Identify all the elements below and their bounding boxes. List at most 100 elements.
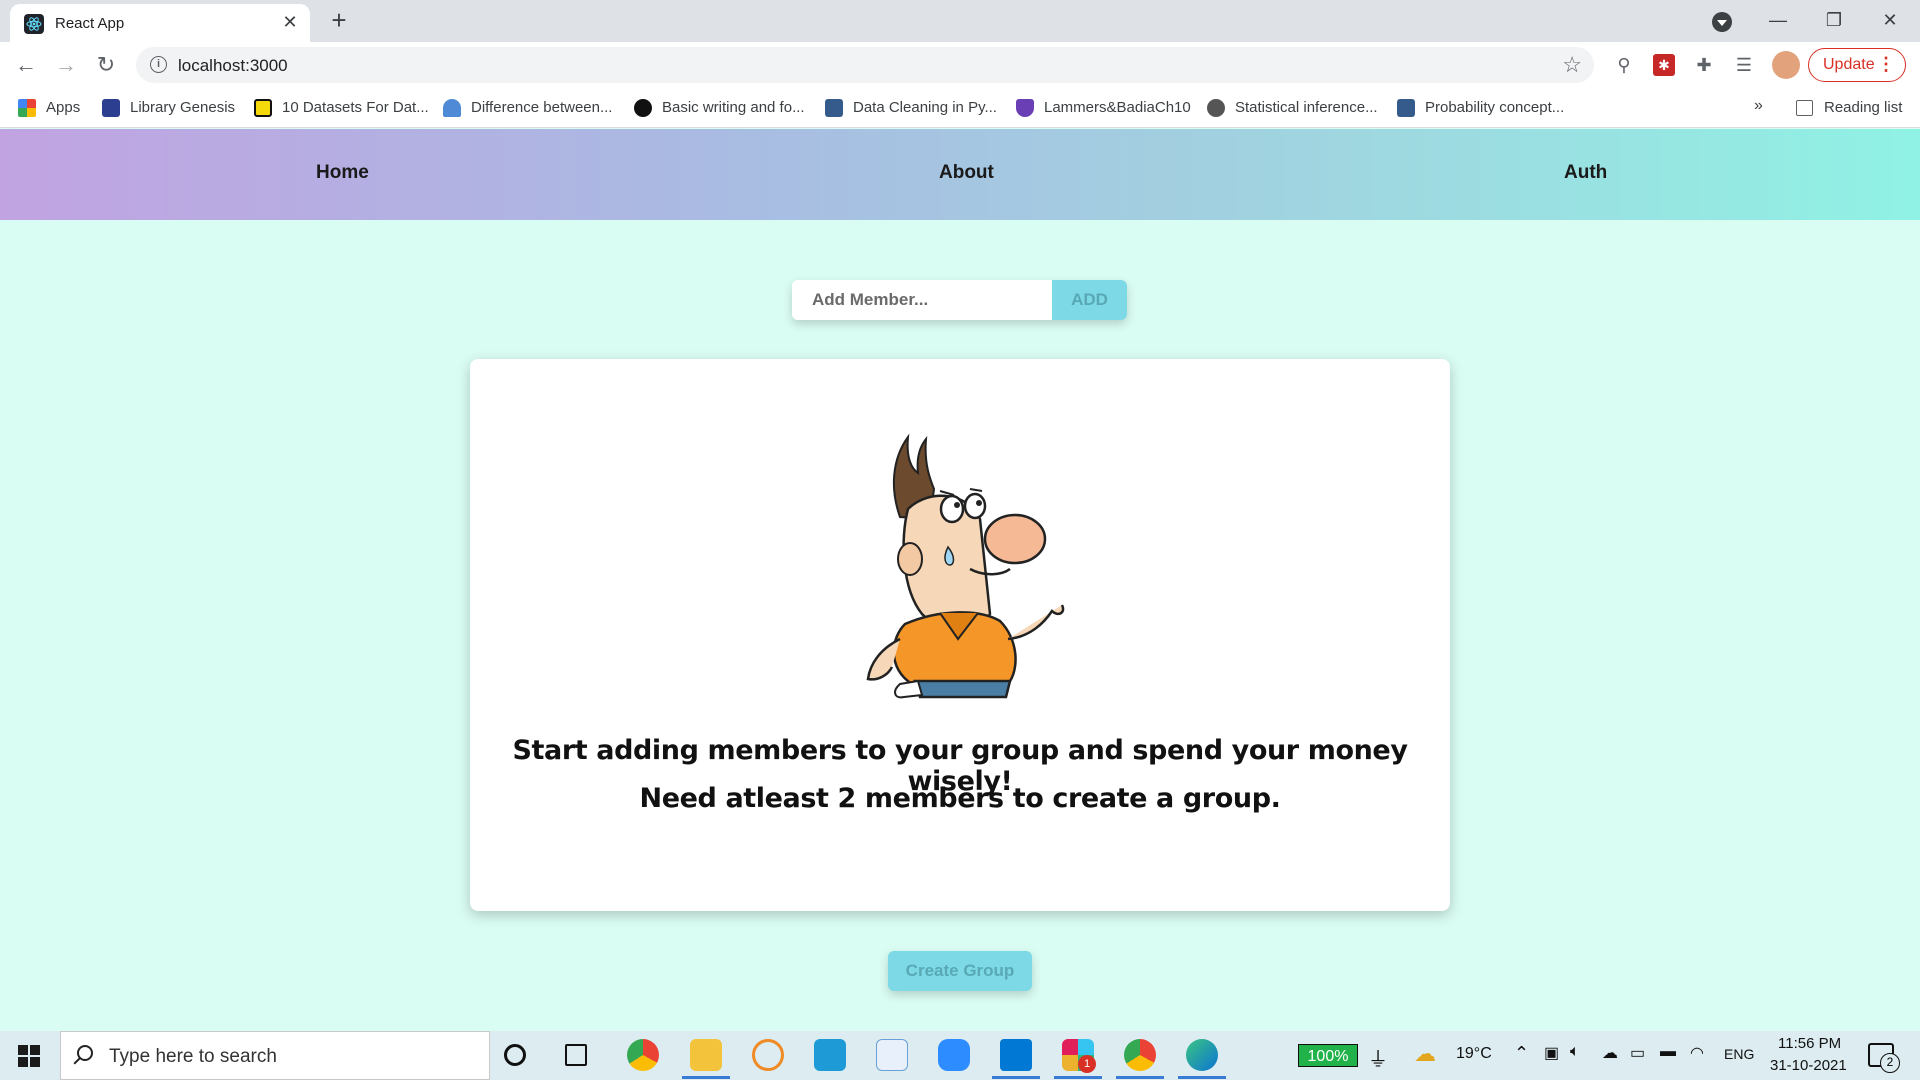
battery-tray-icon[interactable]: ▬ <box>1660 1043 1676 1061</box>
meet-now-icon[interactable]: ▣ <box>1544 1043 1559 1063</box>
bookmark-label: Data Cleaning in Py... <box>853 99 997 116</box>
worried-man-illustration <box>866 433 1065 699</box>
wifi-icon[interactable]: ◠ <box>1690 1043 1704 1063</box>
reading-list-button[interactable]: Reading list <box>1796 97 1902 119</box>
bookmark-label: 10 Datasets For Dat... <box>282 99 429 116</box>
nav-auth[interactable]: Auth <box>1564 162 1607 184</box>
react-icon <box>24 14 44 34</box>
chevron-up-icon[interactable]: ⌃ <box>1514 1043 1529 1064</box>
bookmark-label: Difference between... <box>471 99 613 116</box>
menu-kebab-icon: ⋮ <box>1877 54 1895 74</box>
bookmark-difference[interactable]: Difference between... <box>443 97 612 119</box>
back-icon[interactable]: ← <box>12 51 40 79</box>
extension-red-icon[interactable]: ✱ <box>1653 54 1675 76</box>
tds-icon <box>825 99 843 117</box>
site-logo-icon <box>443 99 461 117</box>
nav-home[interactable]: Home <box>316 162 369 184</box>
reload-icon[interactable]: ↻ <box>92 51 120 79</box>
language-indicator[interactable]: ENG <box>1724 1046 1754 1062</box>
reading-list-icon <box>1796 100 1813 116</box>
add-member-form: ADD <box>792 280 1127 320</box>
bookmark-label: Apps <box>46 99 81 116</box>
browser-tab[interactable]: React App ✕ <box>10 4 310 42</box>
bookmark-label: Probability concept... <box>1425 99 1565 116</box>
zoom-icon[interactable] <box>938 1039 970 1071</box>
sync-app-icon[interactable] <box>752 1039 784 1071</box>
temperature-text[interactable]: 19°C <box>1456 1045 1492 1063</box>
address-bar[interactable]: i localhost:3000 ☆ <box>136 47 1594 83</box>
update-label: Update <box>1823 56 1875 73</box>
more-bookmarks-button[interactable]: » <box>1754 97 1763 115</box>
windows-start-icon[interactable] <box>18 1045 40 1067</box>
add-member-button[interactable]: ADD <box>1052 280 1127 320</box>
reading-list-label: Reading list <box>1824 99 1903 116</box>
bookmarks-bar: Apps Library Genesis 10 Datasets For Dat… <box>0 88 1920 128</box>
bookmark-lammers[interactable]: Lammers&BadiaCh10 <box>1016 97 1191 119</box>
active-app-indicator <box>1116 1076 1164 1079</box>
bookmark-basic-writing[interactable]: Basic writing and fo... <box>634 97 805 119</box>
nav-about[interactable]: About <box>939 162 994 184</box>
new-tab-button[interactable]: + <box>325 6 353 34</box>
min-members-message: Need atleast 2 members to create a group… <box>639 783 1281 814</box>
task-view-icon[interactable] <box>565 1044 587 1066</box>
taskbar-search-box[interactable]: Type here to search <box>60 1031 490 1080</box>
tds-icon <box>1397 99 1415 117</box>
bookmark-apps[interactable]: Apps <box>18 97 80 119</box>
display-icon[interactable]: ▭ <box>1630 1043 1645 1063</box>
chrome-icon[interactable] <box>627 1039 659 1071</box>
datasets-icon <box>254 99 272 117</box>
active-app-indicator <box>1054 1076 1102 1079</box>
navbar: Home About Auth <box>0 129 1920 220</box>
translate-extension-icon[interactable]: ⚲ <box>1613 54 1635 76</box>
clock-date[interactable]: 31-10-2021 <box>1770 1057 1847 1074</box>
battery-indicator[interactable]: 100% <box>1298 1044 1358 1067</box>
empty-state-card: Start adding members to your group and s… <box>470 359 1450 911</box>
restore-button[interactable]: ❐ <box>1806 0 1862 42</box>
forward-icon[interactable]: → <box>52 51 80 79</box>
bookmark-label: Lammers&BadiaCh10 <box>1044 99 1191 116</box>
vscode-icon[interactable] <box>1000 1039 1032 1071</box>
url-text: localhost:3000 <box>178 56 288 75</box>
active-app-indicator <box>682 1076 730 1079</box>
apps-grid-icon <box>18 99 36 117</box>
bookmark-probability[interactable]: Probability concept... <box>1397 97 1564 119</box>
file-explorer-icon[interactable] <box>690 1039 722 1071</box>
bookmark-data-cleaning[interactable]: Data Cleaning in Py... <box>825 97 997 119</box>
active-app-indicator <box>1178 1076 1226 1079</box>
bookmark-label: Statistical inference... <box>1235 99 1378 116</box>
add-member-input[interactable] <box>792 280 1052 320</box>
update-button[interactable]: Update ⋮ <box>1808 48 1906 82</box>
media-queue-icon[interactable]: ☰ <box>1733 54 1755 76</box>
edge-icon[interactable] <box>1186 1039 1218 1071</box>
profile-avatar[interactable] <box>1772 51 1800 79</box>
clock-time[interactable]: 11:56 PM <box>1778 1035 1841 1052</box>
bookmark-star-icon[interactable]: ☆ <box>1562 52 1582 78</box>
bookmark-library-genesis[interactable]: Library Genesis <box>102 97 235 119</box>
browser-titlebar: React App ✕ + — ❐ ✕ <box>0 0 1920 42</box>
bookmark-datasets[interactable]: 10 Datasets For Dat... <box>254 97 429 119</box>
bookmark-label: Library Genesis <box>130 99 236 116</box>
extensions-puzzle-icon[interactable]: ✚ <box>1693 54 1715 76</box>
site-info-icon[interactable]: i <box>150 56 167 73</box>
cortana-icon[interactable] <box>504 1044 526 1066</box>
taskbar-search-placeholder: Type here to search <box>109 1046 277 1067</box>
tab-search-icon[interactable] <box>1712 12 1732 32</box>
minimize-button[interactable]: — <box>1750 0 1806 42</box>
create-group-button[interactable]: Create Group <box>888 951 1032 991</box>
close-tab-icon[interactable]: ✕ <box>280 12 300 32</box>
browser-toolbar: ← → ↻ i localhost:3000 ☆ ⚲ ✱ ✚ ☰ Update … <box>0 42 1920 88</box>
shield-icon <box>1016 99 1034 117</box>
windows-taskbar: Type here to search 1 100% ⏚ ☁ 19°C ⌃ ▣ … <box>0 1031 1920 1080</box>
chrome-active-icon[interactable] <box>1124 1039 1156 1071</box>
bookmark-statistical[interactable]: Statistical inference... <box>1207 97 1378 119</box>
weather-icon[interactable]: ☁ <box>1414 1041 1436 1067</box>
app-root: Home About Auth ADD <box>0 129 1920 1031</box>
notification-count: 2 <box>1880 1053 1900 1073</box>
volume-icon[interactable]: 🔈︎ <box>1570 1043 1580 1061</box>
active-app-indicator <box>992 1076 1040 1079</box>
snowflake-app-icon[interactable] <box>876 1039 908 1071</box>
close-window-button[interactable]: ✕ <box>1862 0 1918 42</box>
globe-icon <box>1207 99 1225 117</box>
onedrive-icon[interactable]: ☁ <box>1602 1043 1618 1063</box>
l-app-icon[interactable] <box>814 1039 846 1071</box>
